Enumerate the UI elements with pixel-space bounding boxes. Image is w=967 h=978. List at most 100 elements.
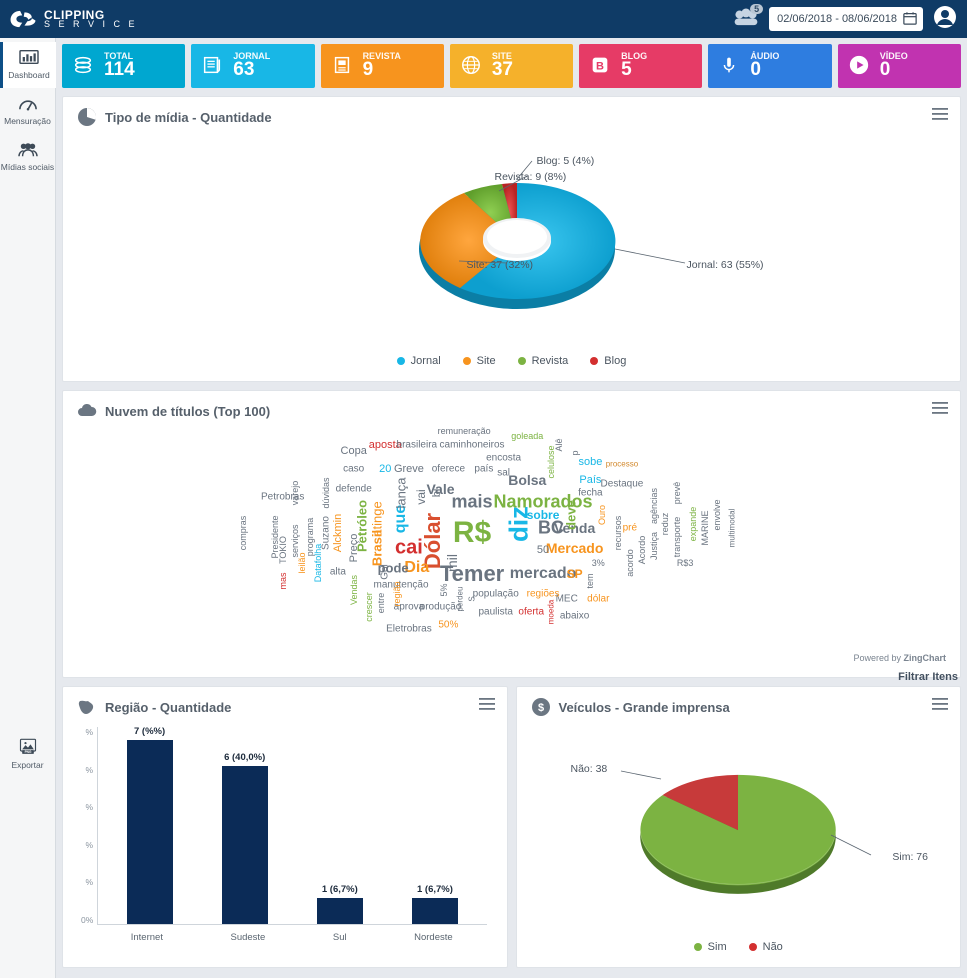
metric-tile-audio[interactable]: ÁUDIO0 bbox=[708, 44, 831, 88]
panel-menu-button[interactable] bbox=[479, 697, 495, 715]
wordcloud-word: caso bbox=[343, 463, 364, 474]
wordcloud-word: prevê bbox=[672, 482, 682, 505]
wordcloud-word: sobre bbox=[527, 508, 560, 522]
wordcloud-word: paulista bbox=[478, 606, 512, 617]
wordcloud-word: acordo bbox=[625, 550, 635, 578]
png-icon: PNG bbox=[17, 736, 39, 756]
sidebar-item-midias[interactable]: Mídias sociais bbox=[0, 134, 56, 180]
wordcloud-word: goleada bbox=[511, 431, 543, 441]
legend-item: Revista bbox=[518, 355, 569, 367]
bar-category-label: Sul bbox=[333, 932, 347, 943]
wordcloud-word: moeda bbox=[546, 600, 555, 624]
pie-icon bbox=[77, 107, 97, 127]
wordcloud-word: MARINE bbox=[700, 511, 710, 546]
date-range-value: 02/06/2018 - 08/06/2018 bbox=[777, 13, 897, 25]
wordcloud-word: reduz bbox=[660, 513, 670, 536]
wordcloud-word: Ouro bbox=[597, 505, 607, 525]
hamburger-icon bbox=[932, 698, 948, 710]
wordcloud-word: R$3 bbox=[677, 558, 694, 568]
panel-title: Tipo de mídia - Quantidade bbox=[105, 110, 272, 125]
metric-label: REVISTA bbox=[363, 51, 401, 61]
panel-menu-button[interactable] bbox=[932, 697, 948, 715]
wordcloud-word: lança bbox=[394, 477, 409, 508]
wordcloud-word: mil bbox=[444, 554, 460, 572]
region-bar: 7 (%%) bbox=[127, 740, 173, 924]
metric-tile-total[interactable]: TOTAL114 bbox=[62, 44, 185, 88]
logo: CLIPPING S E R V I C E bbox=[8, 8, 138, 30]
wordcloud-word: Eletrobras bbox=[386, 624, 432, 635]
wordcloud-word: bi bbox=[431, 489, 443, 498]
wordcloud-word: Datafolha bbox=[313, 544, 323, 583]
revista-icon bbox=[329, 52, 355, 78]
bar-category-label: Internet bbox=[131, 932, 163, 943]
wordcloud-word: brasileira bbox=[397, 439, 438, 450]
legend-item: Site bbox=[463, 355, 496, 367]
panel-menu-button[interactable] bbox=[932, 107, 948, 125]
panel-menu-button[interactable] bbox=[932, 401, 948, 419]
metric-tile-jornal[interactable]: JORNAL63 bbox=[191, 44, 314, 88]
wordcloud-word: oferta bbox=[518, 606, 544, 617]
wordcloud-word: Mercado bbox=[546, 540, 604, 556]
veiculos-legend: Sim Não bbox=[531, 941, 947, 953]
user-menu-button[interactable] bbox=[933, 5, 957, 34]
metric-value: 114 bbox=[104, 61, 135, 79]
slice-label-revista: Revista: 9 (8%) bbox=[495, 171, 567, 183]
panel-title: Região - Quantidade bbox=[105, 700, 231, 715]
region-chart: %%%%%0% 7 (%%)6 (40,0%)1 (6,7%)1 (6,7%) … bbox=[95, 727, 487, 947]
wordcloud-word: defende bbox=[336, 483, 372, 494]
legend-item: Não bbox=[749, 941, 783, 953]
metric-label: JORNAL bbox=[233, 51, 270, 61]
wordcloud-word: tem bbox=[585, 573, 595, 588]
wordcloud-word: Copa bbox=[341, 445, 367, 457]
metric-label: SITE bbox=[492, 51, 513, 61]
svg-text:$: $ bbox=[537, 702, 543, 714]
legend-item: Blog bbox=[590, 355, 626, 367]
wordcloud-word: leilão bbox=[297, 553, 307, 574]
total-icon bbox=[70, 52, 96, 78]
wordcloud-word: 20 bbox=[379, 463, 391, 475]
wordcloud-word: Destaque bbox=[601, 479, 644, 490]
metric-tile-site[interactable]: SITE37 bbox=[450, 44, 573, 88]
wordcloud-word: Preço bbox=[348, 534, 360, 563]
wordcloud-word: caminhoneiros bbox=[440, 439, 505, 450]
sidebar-item-dashboard[interactable]: Dashboard bbox=[0, 42, 56, 88]
notification-button[interactable]: 5 bbox=[733, 6, 759, 33]
wordcloud-word: Bolsa bbox=[508, 472, 546, 488]
svg-text:PNG: PNG bbox=[24, 750, 31, 754]
media-type-chart: Blog: 5 (4%) Revista: 9 (8%) Site: 37 (3… bbox=[227, 141, 797, 341]
filter-link[interactable]: Filtrar Itens bbox=[898, 671, 958, 683]
wordcloud-word: R$ bbox=[453, 516, 491, 550]
sidebar-item-mensuracao[interactable]: Mensuração bbox=[0, 88, 56, 134]
slice-label-site: Site: 37 (32%) bbox=[467, 259, 534, 271]
user-icon bbox=[933, 5, 957, 29]
wordcloud-word: p bbox=[570, 451, 580, 456]
metric-label: BLOG bbox=[621, 51, 647, 61]
audio-icon bbox=[716, 52, 742, 78]
wordcloud-word: que bbox=[392, 505, 410, 533]
metric-tile-revista[interactable]: REVISTA9 bbox=[321, 44, 444, 88]
wordcloud-word: Petrobras bbox=[261, 492, 304, 503]
date-range-picker[interactable]: 02/06/2018 - 08/06/2018 bbox=[769, 7, 923, 31]
region-bar: 1 (6,7%) bbox=[317, 898, 363, 924]
wordcloud-word: pré bbox=[623, 523, 637, 534]
social-icon bbox=[17, 140, 39, 158]
sidebar-export-button[interactable]: PNG Exportar bbox=[0, 730, 56, 778]
svg-text:B: B bbox=[596, 61, 604, 73]
metric-label: TOTAL bbox=[104, 51, 135, 61]
wordcloud-chart: R$dizTemerDólarmaisNamoradosmercadoMerca… bbox=[117, 427, 906, 647]
powered-by: Powered by ZingChart bbox=[77, 653, 946, 663]
wordcloud-word: Greve bbox=[394, 463, 424, 475]
wordcloud-word: mas bbox=[278, 572, 288, 589]
panel-title: Nuvem de títulos (Top 100) bbox=[105, 404, 270, 419]
topbar: CLIPPING S E R V I C E 5 02/06/2018 - 08… bbox=[0, 0, 967, 38]
metric-tile-blog[interactable]: BBLOG5 bbox=[579, 44, 702, 88]
metric-tile-video[interactable]: VÍDEO0 bbox=[838, 44, 961, 88]
jornal-icon bbox=[199, 52, 225, 78]
media-type-legend: Jornal Site Revista Blog bbox=[77, 355, 946, 367]
bar-value-label: 6 (40,0%) bbox=[224, 752, 265, 763]
wordcloud-word: TOKIO bbox=[278, 536, 288, 564]
wordcloud-word: crescer bbox=[364, 593, 374, 623]
wordcloud-word: País bbox=[579, 474, 601, 486]
bar-category-label: Sudeste bbox=[230, 932, 265, 943]
gauge-icon bbox=[17, 94, 39, 112]
